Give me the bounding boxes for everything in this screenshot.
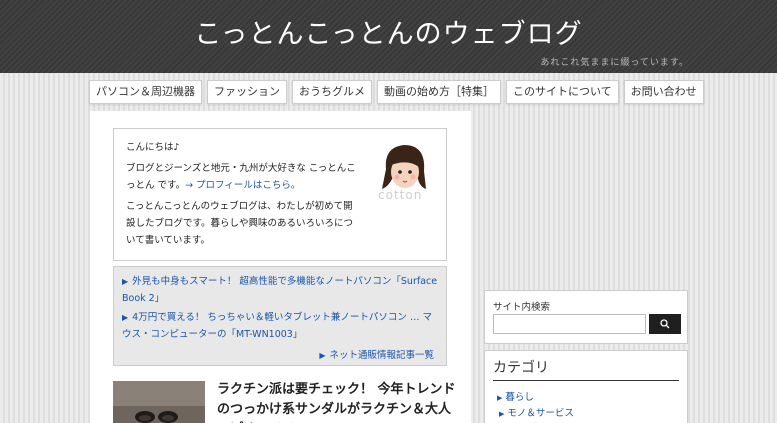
- news-item-text: 4万円で買える！ ちっちゃい＆軽いタブレット兼ノートパソコン … マウス・コンピ…: [122, 312, 432, 340]
- nav-item-gourmet[interactable]: おうちグルメ: [292, 80, 372, 104]
- nav-item-about[interactable]: このサイトについて: [506, 80, 619, 104]
- triangle-right-icon: ▶: [122, 277, 129, 286]
- intro-box: こんにちは♪ ブログとジーンズと地元・九州が大好きな こっとんこっとん です。→…: [113, 128, 447, 261]
- search-button[interactable]: [649, 314, 681, 334]
- site-tagline: あれこれ気ままに綴っています。: [540, 58, 689, 68]
- intro-text: こんにちは♪ ブログとジーンズと地元・九州が大好きな こっとんこっとん です。→…: [126, 139, 361, 253]
- search-input[interactable]: [493, 314, 646, 334]
- global-nav: パソコン＆周辺機器 ファッション おうちグルメ 動画の始め方［特集］ このサイト…: [89, 80, 704, 104]
- news-item[interactable]: ▶ 外見も中身もスマート！ 超高性能で多機能なノートパソコン「Surface Bo…: [122, 273, 440, 307]
- article-title[interactable]: ラクチン派は要チェック！ 今年トレンドのつっかけ系サンダルがラクチン＆大人っぽく…: [217, 380, 462, 423]
- sidebar-category-widget: カテゴリ ▶ 暮らし ▶ モノ＆サービス: [484, 350, 688, 423]
- news-more-link[interactable]: ▶ ネット通販情報記事一覧: [319, 347, 434, 361]
- profile-link[interactable]: → プロフィールはこちら。: [185, 180, 300, 191]
- nav-item-contact[interactable]: お問い合わせ: [623, 80, 704, 104]
- nav-item-pc[interactable]: パソコン＆周辺機器: [89, 80, 202, 104]
- news-more-label: ネット通販情報記事一覧: [329, 350, 434, 361]
- avatar-watermark-text: cotton: [378, 188, 422, 202]
- site-header: こっとんこっとんのウェブログ あれこれ気ままに綴っています。: [0, 0, 777, 73]
- nav-item-fashion[interactable]: ファッション: [207, 80, 287, 104]
- category-widget-title: カテゴリ: [493, 357, 679, 381]
- intro-greeting: こんにちは♪: [126, 142, 180, 153]
- search-icon: [660, 318, 670, 328]
- intro-line1: ブログとジーンズと地元・九州が大好きな こっとんこっとん です。→ プロフィール…: [126, 160, 361, 194]
- news-box: ▶ 外見も中身もスマート！ 超高性能で多機能なノートパソコン「Surface Bo…: [113, 266, 447, 366]
- triangle-right-icon: ▶: [122, 313, 129, 322]
- category-label: 暮らし: [505, 392, 534, 403]
- site-title[interactable]: こっとんこっとんのウェブログ: [0, 12, 777, 51]
- article-thumbnail[interactable]: [113, 381, 205, 423]
- category-item-kurashi[interactable]: ▶ 暮らし: [497, 389, 534, 403]
- triangle-right-icon: ▶: [497, 394, 503, 402]
- search-widget-title: サイト内検索: [493, 302, 551, 313]
- main-content: こんにちは♪ ブログとジーンズと地元・九州が大好きな こっとんこっとん です。→…: [90, 111, 471, 423]
- intro-line2: こっとんこっとんのウェブログは、わたしが初めて開設したブログです。暮らしや興味の…: [126, 201, 353, 246]
- avatar-illustration-icon: cotton: [372, 139, 437, 203]
- category-label: モノ＆サービス: [507, 408, 574, 419]
- news-item[interactable]: ▶ 4万円で買える！ ちっちゃい＆軽いタブレット兼ノートパソコン … マウス・コン…: [122, 309, 440, 343]
- triangle-right-icon: ▶: [319, 351, 326, 360]
- category-item-mono-service[interactable]: ▶ モノ＆サービス: [499, 405, 574, 419]
- triangle-right-icon: ▶: [499, 410, 505, 418]
- nav-item-video[interactable]: 動画の始め方［特集］: [377, 80, 501, 104]
- sidebar-search-widget: サイト内検索: [484, 290, 688, 344]
- news-item-text: 外見も中身もスマート！ 超高性能で多機能なノートパソコン「Surface Boo…: [122, 276, 438, 304]
